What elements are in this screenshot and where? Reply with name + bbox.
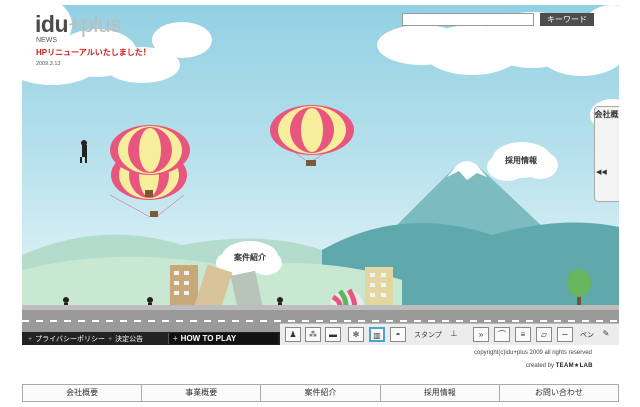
- nav-company-overview[interactable]: 会社概要: [23, 385, 143, 401]
- pen-style-flag-tool[interactable]: ▱: [536, 327, 552, 342]
- privacy-policy-label: プライバシーポリシー: [35, 336, 105, 343]
- pen-style-dash-tool[interactable]: »: [473, 327, 489, 342]
- stamp-icon: ⊥: [450, 329, 458, 338]
- balloon-stamp-tool[interactable]: ◓: [390, 327, 406, 342]
- how-to-play-link[interactable]: + HOW TO PLAY: [168, 333, 278, 344]
- bullet-icon: +: [173, 334, 178, 343]
- tree-stamp-tool[interactable]: ⁂: [305, 327, 321, 342]
- side-company-link[interactable]: 会社概: [594, 109, 619, 120]
- building-stamp-tool[interactable]: ▥: [369, 327, 385, 342]
- news-headline[interactable]: HPリニューアルいたしました！: [36, 47, 151, 58]
- pen-style-wave-tool[interactable]: ⌒: [494, 327, 510, 342]
- bullet-icon: +: [108, 336, 113, 343]
- bottom-navigation: 会社概要 事業概要 案件紹介 採用情報 お問い合わせ: [22, 384, 619, 402]
- created-by-label: created by: [526, 363, 555, 369]
- pen-style-line-tool[interactable]: ≡: [515, 327, 531, 342]
- person-stamp-tool[interactable]: ♟: [285, 327, 301, 342]
- created-by-credit[interactable]: created by TEAM★LAB: [526, 362, 593, 369]
- recruit-cloud-link[interactable]: 採用情報: [492, 155, 550, 166]
- nav-business-overview[interactable]: 事業概要: [142, 385, 262, 401]
- bullet-icon: +: [28, 336, 33, 343]
- logo-suffix: +plus: [68, 11, 122, 37]
- pen-label: ペン: [580, 332, 594, 339]
- road-markings: [22, 320, 619, 322]
- drawing-toolbar: ♟ ⁂ ▬ ✻ ▥ ◓ スタンプ ⊥ » ⌒ ≡ ▱ ∼ ペン ✎: [280, 323, 619, 345]
- stamp-label: スタンプ: [414, 332, 442, 339]
- news-date: 2009.3.13: [36, 61, 61, 67]
- side-panel-tab[interactable]: [594, 106, 619, 202]
- nav-recruitment[interactable]: 採用情報: [381, 385, 500, 401]
- nav-contact[interactable]: お問い合わせ: [500, 385, 618, 401]
- double-chevron-left-icon[interactable]: ◀◀: [596, 168, 607, 176]
- pen-style-curve-tool[interactable]: ∼: [557, 327, 573, 342]
- copyright-text: copyright(c)idu+plus 2009 all rights res…: [474, 350, 592, 356]
- game-canvas[interactable]: idu+plus NEWS HPリニューアルいたしました！ 2009.3.13 …: [22, 5, 619, 345]
- how-to-play-label: HOW TO PLAY: [180, 334, 237, 343]
- car-stamp-tool[interactable]: ▬: [325, 327, 341, 342]
- teamlab-logo: TEAM★LAB: [555, 363, 593, 369]
- pen-icon: ✎: [602, 329, 610, 338]
- cases-cloud-link[interactable]: 案件紹介: [223, 252, 277, 263]
- news-label: NEWS: [36, 37, 57, 44]
- logo[interactable]: idu+plus: [35, 11, 122, 38]
- flower-stamp-tool[interactable]: ✻: [348, 327, 364, 342]
- privacy-policy-link[interactable]: + プライバシーポリシー: [28, 334, 105, 344]
- search-input[interactable]: [402, 13, 534, 26]
- public-notice-link[interactable]: + 決定公告: [108, 334, 143, 344]
- logo-main: idu: [35, 11, 69, 37]
- nav-case-studies[interactable]: 案件紹介: [261, 385, 381, 401]
- public-notice-label: 決定公告: [115, 336, 144, 343]
- keyword-search-button[interactable]: キーワード: [540, 13, 594, 26]
